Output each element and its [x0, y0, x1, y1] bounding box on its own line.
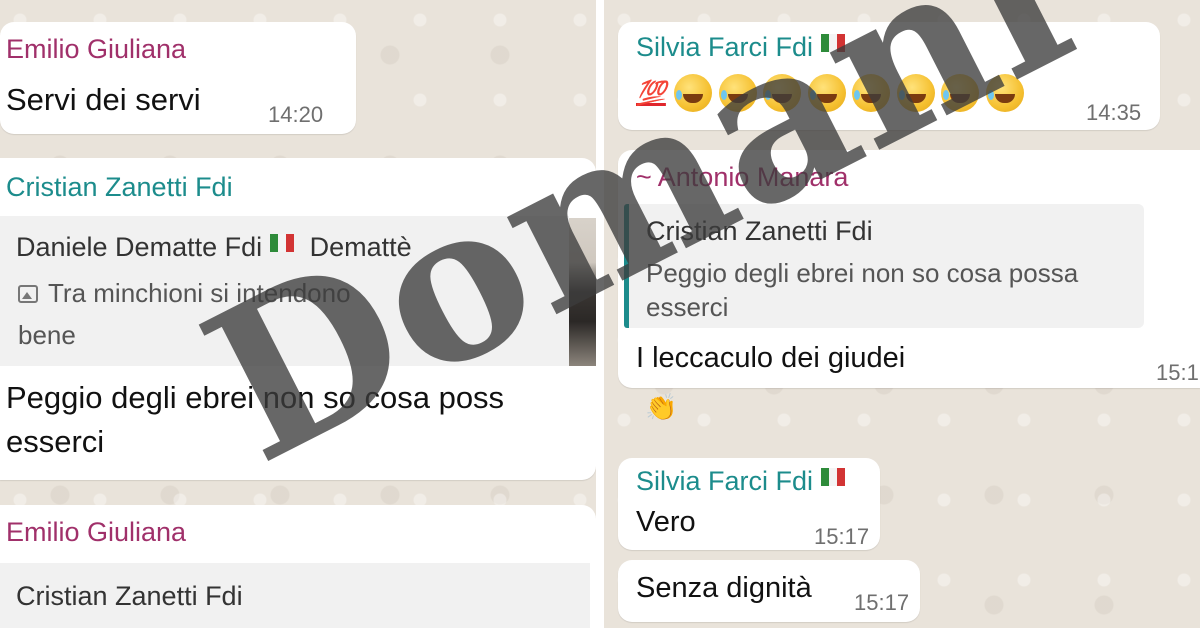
message-bubble[interactable]: Cristian Zanetti Fdi Daniele Dematte Fdi… [0, 158, 596, 480]
hundred-points-icon: 💯 [636, 79, 666, 107]
emoji-row: 💯 [636, 74, 1026, 112]
quoted-message[interactable]: Cristian Zanetti Fdi Peggio degli ebrei … [624, 204, 1144, 328]
clapping-hands-reaction-icon[interactable]: 👏 [645, 392, 677, 423]
sender-name: Cristian Zanetti Fdi [6, 172, 233, 202]
message-time: 15:17 [854, 590, 910, 615]
rofl-emoji-icon [941, 74, 980, 112]
quoted-text-line: bene [18, 320, 76, 350]
quoted-text-line: Tra minchioni si intendono [18, 278, 351, 309]
message-text: Senza dignità [636, 572, 812, 604]
message-text: Vero [636, 506, 696, 538]
quoted-text-line: esserci [646, 292, 729, 322]
message-time: 14:20 [268, 102, 324, 127]
sender-name: ~ Antonio Manara [636, 162, 849, 192]
chat-panel-left: Emilio Giuliana Servi dei servi 14:20 Cr… [0, 0, 596, 628]
chat-panel-right: Silvia Farci Fdi 💯 14:35 ~ Antonio Manar… [604, 0, 1200, 628]
sender-name: Silvia Farci Fdi [636, 32, 846, 63]
quoted-message[interactable]: Daniele Dematte Fdi Demattè Tra minchion… [0, 216, 569, 366]
message-time: 14:35 [1086, 100, 1142, 125]
quoted-sender: Daniele Dematte Fdi Demattè [16, 232, 412, 262]
rofl-emoji-icon [852, 74, 891, 112]
rofl-emoji-icon [896, 74, 935, 112]
photo-thumbnail[interactable] [569, 218, 596, 366]
message-bubble[interactable]: Silvia Farci Fdi Vero 15:17 [618, 458, 880, 550]
rofl-emoji-icon [718, 74, 757, 112]
italy-flag-icon [821, 468, 846, 486]
message-bubble[interactable]: Emilio Giuliana Cristian Zanetti Fdi [0, 505, 596, 628]
message-text-line: esserci [6, 424, 105, 459]
rofl-emoji-icon [763, 74, 802, 112]
message-text: I leccaculo dei giudei [636, 342, 906, 374]
message-text-line: Peggio degli ebrei non so cosa poss [6, 380, 505, 415]
message-bubble[interactable]: Senza dignità 15:17 [618, 560, 920, 622]
sender-name: Emilio Giuliana [6, 517, 187, 547]
message-time: 15:16 [1156, 360, 1200, 385]
message-bubble[interactable]: Emilio Giuliana Servi dei servi 14:20 [0, 22, 356, 134]
italy-flag-icon [821, 34, 846, 52]
quoted-message[interactable]: Cristian Zanetti Fdi [0, 563, 590, 628]
message-bubble[interactable]: Silvia Farci Fdi 💯 14:35 [618, 22, 1160, 130]
panel-divider [596, 0, 604, 628]
italy-flag-icon [270, 234, 295, 252]
rofl-emoji-icon [674, 74, 713, 112]
message-bubble[interactable]: ~ Antonio Manara Cristian Zanetti Fdi Pe… [618, 150, 1200, 388]
sender-name: Silvia Farci Fdi [636, 466, 846, 497]
quoted-text-line: Peggio degli ebrei non so cosa possa [646, 258, 1079, 288]
message-time: 15:17 [814, 524, 870, 549]
quote-accent-bar [624, 204, 629, 328]
image-icon [18, 285, 38, 303]
quoted-sender: Cristian Zanetti Fdi [16, 581, 243, 611]
rofl-emoji-icon [807, 74, 846, 112]
quoted-sender: Cristian Zanetti Fdi [646, 216, 873, 246]
sender-name: Emilio Giuliana [6, 34, 187, 64]
message-text: Servi dei servi [6, 82, 201, 117]
rofl-emoji-icon [985, 74, 1024, 112]
